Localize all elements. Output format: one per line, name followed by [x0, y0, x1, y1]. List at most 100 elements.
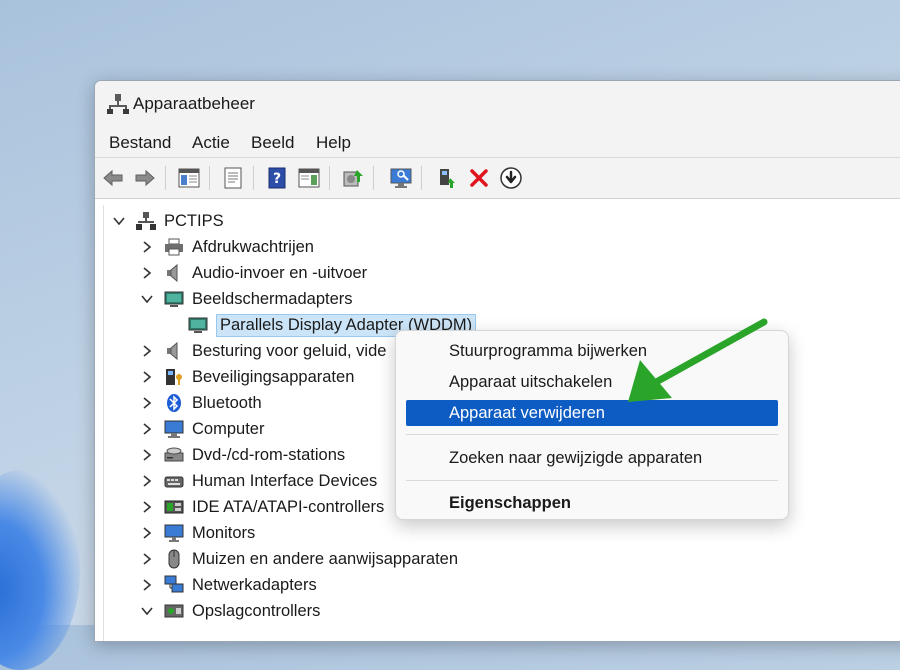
- computer-icon: [164, 419, 184, 439]
- menu-item-label: Stuurprogramma bijwerken: [449, 341, 648, 360]
- chevron-right-icon[interactable]: [140, 552, 154, 566]
- mouse-icon: [164, 549, 184, 569]
- tree-root-label: PCTIPS: [164, 211, 224, 230]
- tree-item-label: Computer: [192, 419, 265, 438]
- chevron-right-icon[interactable]: [140, 370, 154, 384]
- device-manager-app-icon: [107, 93, 129, 115]
- chevron-down-icon[interactable]: [140, 292, 154, 306]
- hid-icon: [164, 471, 184, 491]
- menu-actie[interactable]: Actie: [192, 133, 230, 153]
- tree-item-label: Afdrukwachtrijen: [192, 237, 314, 256]
- menu-separator: [406, 434, 778, 435]
- menu-item-stuurprogramma-bijwerken[interactable]: Stuurprogramma bijwerken: [406, 338, 778, 364]
- tree-item-beveiligingsapparaten[interactable]: Beveiligingsapparaten: [140, 365, 354, 389]
- chevron-right-icon[interactable]: [140, 422, 154, 436]
- tree-item-label: Netwerkadapters: [192, 575, 317, 594]
- menu-item-apparaat-verwijderen[interactable]: Apparaat verwijderen: [406, 400, 778, 426]
- toolbar-separator: [165, 166, 166, 190]
- chevron-right-icon[interactable]: [140, 344, 154, 358]
- chevron-right-icon[interactable]: [140, 578, 154, 592]
- toolbar-separator: [209, 166, 210, 190]
- ide-controller-icon: [164, 497, 184, 517]
- toolbar: ?: [95, 157, 900, 199]
- tree-item-dvd[interactable]: Dvd-/cd-rom-stations: [140, 443, 345, 467]
- tree-item-label: Bluetooth: [192, 393, 262, 412]
- tree-item-label: Human Interface Devices: [192, 471, 378, 490]
- tree-item-netwerkadapters[interactable]: Netwerkadapters: [140, 573, 317, 597]
- action-pane-icon[interactable]: [297, 166, 321, 190]
- menu-item-label: Eigenschappen: [449, 493, 571, 512]
- chevron-down-icon[interactable]: [140, 604, 154, 618]
- tree-item-hid[interactable]: Human Interface Devices: [140, 469, 377, 493]
- menu-bestand[interactable]: Bestand: [109, 133, 171, 153]
- menu-bar: Bestand Actie Beeld Help: [95, 127, 900, 157]
- tree-item-muizen[interactable]: Muizen en andere aanwijsapparaten: [140, 547, 458, 571]
- speaker-icon: [164, 341, 184, 361]
- speaker-icon: [164, 263, 184, 283]
- uninstall-device-icon[interactable]: [467, 166, 491, 190]
- chevron-right-icon[interactable]: [140, 266, 154, 280]
- monitor-icon: [164, 523, 184, 543]
- properties-icon[interactable]: [221, 166, 245, 190]
- menu-item-label: Apparaat verwijderen: [449, 403, 605, 422]
- menu-item-eigenschappen[interactable]: Eigenschappen: [406, 490, 778, 516]
- tree-item-monitors[interactable]: Monitors: [140, 521, 255, 545]
- help-icon[interactable]: ?: [265, 166, 289, 190]
- tree-item-label: Dvd-/cd-rom-stations: [192, 445, 346, 464]
- toolbar-separator: [373, 166, 374, 190]
- chevron-right-icon[interactable]: [140, 526, 154, 540]
- window-title: Apparaatbeheer: [133, 94, 255, 113]
- tree-item-label: Opslagcontrollers: [192, 601, 321, 620]
- toolbar-separator: [253, 166, 254, 190]
- tree-item-computer[interactable]: Computer: [140, 417, 264, 441]
- menu-beeld[interactable]: Beeld: [251, 133, 294, 153]
- chevron-right-icon[interactable]: [140, 240, 154, 254]
- title-bar: Apparaatbeheer: [95, 81, 900, 127]
- menu-item-label: Apparaat uitschakelen: [449, 372, 613, 391]
- tree-item-label: Muizen en andere aanwijsapparaten: [192, 549, 459, 568]
- show-hide-console-tree-icon[interactable]: [177, 166, 201, 190]
- chevron-right-icon[interactable]: [140, 396, 154, 410]
- chevron-right-icon[interactable]: [140, 448, 154, 462]
- download-driver-icon[interactable]: [499, 166, 523, 190]
- tree-item-label: Audio-invoer en -uitvoer: [192, 263, 368, 282]
- enable-device-icon[interactable]: [435, 166, 459, 190]
- chevron-right-icon[interactable]: [140, 474, 154, 488]
- context-menu: Stuurprogramma bijwerken Apparaat uitsch…: [395, 330, 789, 520]
- tree-item-beeldschermadapters[interactable]: Beeldschermadapters: [140, 287, 353, 311]
- storage-controller-icon: [164, 601, 184, 621]
- tree-item-label: Monitors: [192, 523, 256, 542]
- display-adapter-icon: [164, 289, 184, 309]
- tree-item-afdrukwachtrijen[interactable]: Afdrukwachtrijen: [140, 235, 314, 259]
- dvd-drive-icon: [164, 445, 184, 465]
- menu-item-apparaat-uitschakelen[interactable]: Apparaat uitschakelen: [406, 369, 778, 395]
- scan-hardware-icon[interactable]: [389, 166, 413, 190]
- printer-icon: [164, 237, 184, 257]
- menu-item-zoeken-gewijzigde-apparaten[interactable]: Zoeken naar gewijzigde apparaten: [406, 445, 778, 471]
- tree-item-ide[interactable]: IDE ATA/ATAPI-controllers: [140, 495, 384, 519]
- desktop-wallpaper-bloom: [0, 470, 80, 670]
- menu-separator: [406, 480, 778, 481]
- tree-item-label: Besturing voor geluid, vide: [192, 341, 387, 360]
- network-adapter-icon: [164, 575, 184, 595]
- svg-text:?: ?: [273, 171, 281, 187]
- tree-item-opslagcontrollers[interactable]: Opslagcontrollers: [140, 599, 320, 623]
- menu-help[interactable]: Help: [316, 133, 351, 153]
- display-adapter-icon: [188, 315, 208, 335]
- chevron-down-icon[interactable]: [112, 214, 126, 228]
- bluetooth-icon: [164, 393, 184, 413]
- menu-item-label: Zoeken naar gewijzigde apparaten: [449, 448, 703, 467]
- tree-item-label: IDE ATA/ATAPI-controllers: [192, 497, 385, 516]
- tree-item-besturing-geluid[interactable]: Besturing voor geluid, vide: [140, 339, 386, 363]
- update-driver-icon[interactable]: [341, 166, 365, 190]
- computer-tree-icon: [136, 211, 156, 231]
- tree-item-label: Beeldschermadapters: [192, 289, 353, 308]
- tree-item-label: Beveiligingsapparaten: [192, 367, 355, 386]
- chevron-right-icon[interactable]: [140, 500, 154, 514]
- tree-item-bluetooth[interactable]: Bluetooth: [140, 391, 262, 415]
- security-key-icon: [164, 367, 184, 387]
- tree-root[interactable]: PCTIPS: [112, 209, 224, 233]
- forward-arrow-icon[interactable]: [133, 166, 157, 190]
- tree-item-audio[interactable]: Audio-invoer en -uitvoer: [140, 261, 367, 285]
- back-arrow-icon[interactable]: [101, 166, 125, 190]
